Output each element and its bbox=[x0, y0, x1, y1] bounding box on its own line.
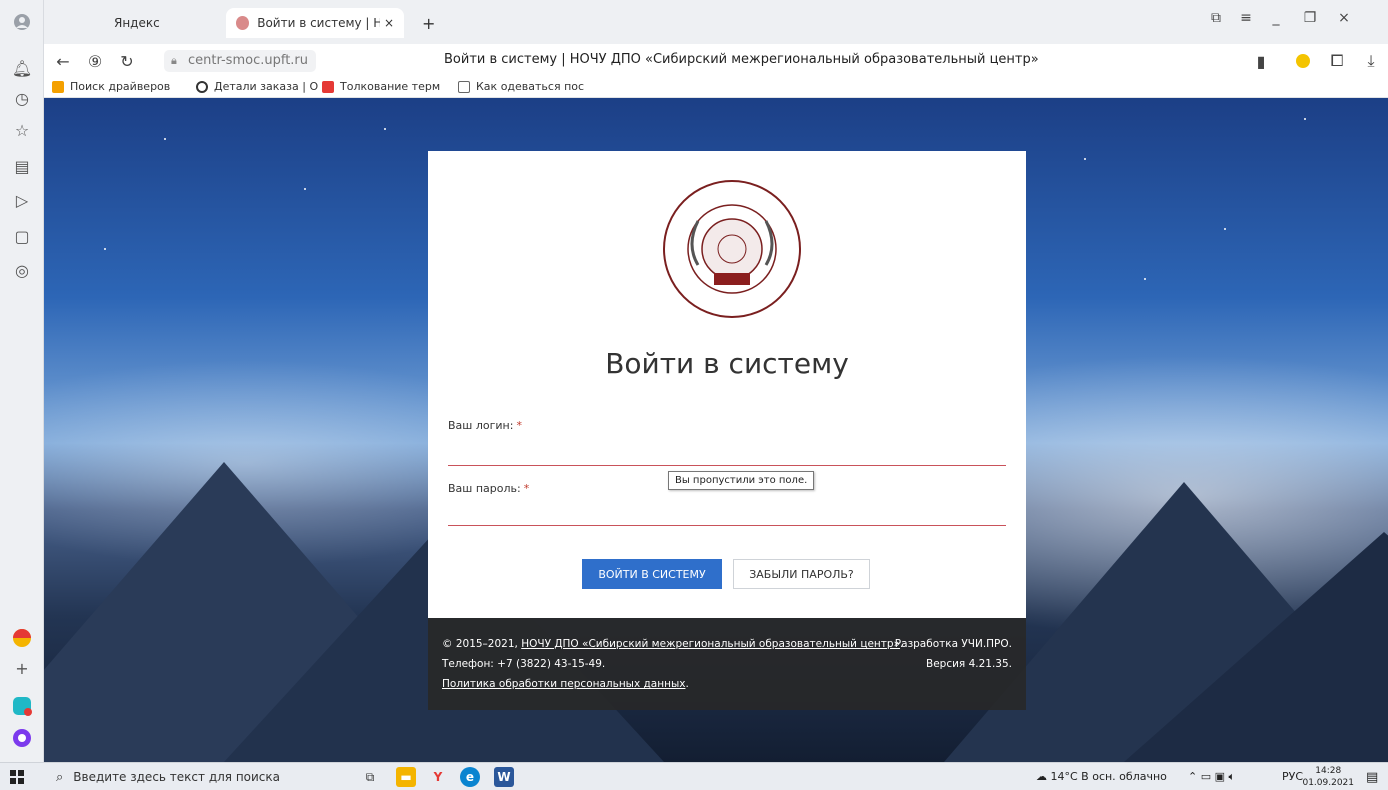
download-icon[interactable]: ⤓ bbox=[1360, 50, 1382, 72]
yandex-home-icon[interactable]: ⑨ bbox=[84, 50, 106, 72]
edge-icon[interactable]: e bbox=[460, 767, 480, 787]
url-field[interactable]: 🔒︎ centr-smoc.upft.ru bbox=[164, 50, 317, 72]
copyright: © 2015–2021, НОЧУ ДПО «Сибирский межреги… bbox=[442, 638, 904, 650]
taskbar-search[interactable]: ⌕ Введите здесь текст для поиска bbox=[48, 765, 340, 789]
version-text: Версия 4.21.35. bbox=[926, 658, 1012, 670]
clock[interactable]: 14:28 01.09.2021 bbox=[1302, 765, 1354, 789]
menu-icon[interactable]: ≡ bbox=[1234, 10, 1258, 26]
bookmark-favicon-icon bbox=[52, 80, 64, 93]
tab-label: Яндекс bbox=[114, 16, 160, 30]
login-label: Ваш логин: * bbox=[448, 419, 522, 432]
file-explorer-icon[interactable]: ▬ bbox=[396, 767, 416, 787]
developer-credit: Разработка УЧИ.ПРО. bbox=[894, 638, 1012, 650]
weather-widget[interactable]: ☁︎ 14°C В осн. облачно bbox=[1036, 770, 1167, 783]
phone-text: Телефон: +7 (3822) 43-15-49. bbox=[442, 658, 606, 670]
tab-login[interactable]: Войти в систему | НОЧУ × bbox=[226, 8, 404, 38]
page-icon bbox=[458, 80, 470, 93]
login-button[interactable]: ВОЙТИ В СИСТЕМУ bbox=[582, 559, 722, 589]
bell-icon[interactable]: 🔔︎ bbox=[8, 54, 36, 82]
collections-icon[interactable]: ▤ bbox=[8, 152, 36, 180]
profile-icon[interactable] bbox=[8, 8, 36, 36]
validation-tooltip: Вы пропустили это поле. bbox=[668, 471, 815, 490]
password-input[interactable] bbox=[448, 500, 1006, 526]
add-panel-icon[interactable]: + bbox=[8, 654, 36, 682]
privacy-policy-link[interactable]: Политика обработки персональных данных bbox=[442, 678, 685, 690]
close-tab-icon[interactable]: × bbox=[384, 16, 394, 30]
search-icon: ⌕ bbox=[56, 769, 64, 785]
play-icon[interactable]: ▷ bbox=[8, 186, 36, 214]
messenger-icon[interactable] bbox=[8, 692, 36, 720]
privacy-line: Политика обработки персональных данных. bbox=[442, 678, 689, 690]
star-icon[interactable]: ☆ bbox=[8, 116, 36, 144]
reader-icon[interactable]: ⧠ bbox=[1326, 50, 1348, 72]
bookmarks-bar: Поиск драйверов Детали заказа | О Толков… bbox=[44, 78, 1388, 98]
tab-bar: Яндекс Войти в систему | НОЧУ × + ⧉ ≡ _ … bbox=[44, 0, 1388, 44]
back-icon[interactable]: ← bbox=[52, 50, 74, 72]
yandex-logo-icon[interactable] bbox=[50, 8, 74, 38]
minimize-icon[interactable]: _ bbox=[1264, 10, 1288, 26]
lock-icon: 🔒︎ bbox=[171, 54, 177, 67]
youtube-icon bbox=[322, 80, 334, 93]
history-icon[interactable]: ◷ bbox=[8, 84, 36, 112]
reload-icon[interactable]: ↻ bbox=[116, 50, 138, 72]
zen-icon[interactable]: ▢ bbox=[8, 222, 36, 250]
assistant-icon[interactable] bbox=[8, 724, 36, 752]
tray-icons[interactable]: ⌃ ▭ ▣ 🔈︎ bbox=[1188, 770, 1235, 784]
notifications-icon[interactable]: ▤ bbox=[1366, 770, 1378, 785]
word-icon[interactable]: W bbox=[494, 767, 514, 787]
tab-label: Войти в систему | НОЧУ bbox=[257, 16, 380, 30]
windows-start-icon[interactable] bbox=[10, 770, 24, 784]
site-favicon-icon bbox=[236, 16, 250, 30]
alice-icon[interactable] bbox=[8, 624, 36, 652]
bookmark-flag-icon[interactable]: ▮ bbox=[1250, 50, 1272, 72]
login-card: Войти в систему Ваш логин: * Вы пропустил… bbox=[428, 151, 1026, 618]
bookmarks-panel-icon[interactable]: ⧉ bbox=[1204, 10, 1228, 26]
site-footer: © 2015–2021, НОЧУ ДПО «Сибирский межреги… bbox=[428, 618, 1026, 710]
url-text: centr-smoc.upft.ru bbox=[188, 53, 309, 68]
windows-taskbar: ⌕ Введите здесь текст для поиска ⧉ ▬ Y e… bbox=[0, 762, 1388, 790]
page-title: Войти в систему | НОЧУ ДПО «Сибирский ме… bbox=[444, 52, 1039, 67]
task-view-icon[interactable]: ⧉ bbox=[360, 767, 380, 787]
search-placeholder: Введите здесь текст для поиска bbox=[73, 770, 281, 784]
camera-icon[interactable]: ◎ bbox=[8, 256, 36, 284]
tab-yandex[interactable]: Яндекс bbox=[104, 8, 224, 38]
yandex-browser-icon[interactable]: Y bbox=[428, 767, 448, 787]
password-label: Ваш пароль: * bbox=[448, 482, 530, 495]
restore-icon[interactable]: ❐ bbox=[1298, 10, 1322, 26]
bookmark-favicon-icon bbox=[196, 80, 208, 93]
extension-icon[interactable] bbox=[1292, 50, 1314, 72]
browser-sidebar: 🔔︎ ◷ ☆ ▤ ▷ ▢ ◎ + bbox=[0, 0, 44, 762]
language-indicator[interactable]: РУС bbox=[1282, 770, 1303, 783]
organization-logo bbox=[663, 180, 801, 318]
close-window-icon[interactable]: × bbox=[1332, 10, 1356, 26]
organization-link[interactable]: НОЧУ ДПО «Сибирский межрегиональный обра… bbox=[521, 638, 900, 650]
bookmark-item[interactable]: Детали заказа | О bbox=[196, 80, 318, 93]
bookmark-item[interactable]: Как одеваться пос bbox=[458, 80, 584, 93]
login-input[interactable] bbox=[448, 440, 1006, 466]
login-title: Войти в систему bbox=[605, 347, 849, 380]
bookmark-item[interactable]: Поиск драйверов bbox=[52, 80, 170, 93]
forgot-password-button[interactable]: ЗАБЫЛИ ПАРОЛЬ? bbox=[733, 559, 870, 589]
weather-icon: ☁︎ bbox=[1036, 770, 1047, 783]
bookmark-item[interactable]: Толкование терм bbox=[322, 80, 440, 93]
address-bar-row: ← ⑨ ↻ 🔒︎ centr-smoc.upft.ru Войти в сист… bbox=[44, 44, 1388, 78]
new-tab-button[interactable]: + bbox=[412, 8, 438, 38]
